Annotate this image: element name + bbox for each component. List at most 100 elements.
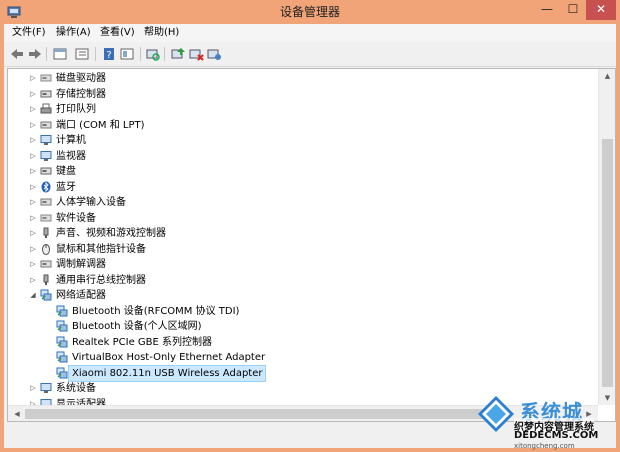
tree-item-label: Realtek PCIe GBE 系列控制器 [72,336,212,348]
tree-item-label: Bluetooth 设备(个人区域网) [72,321,202,332]
storage-controller-icon [40,90,52,97]
forward-icon[interactable] [27,46,43,62]
computer-icon [40,135,52,145]
menu-file[interactable]: 文件(F) [12,24,46,42]
window-client-area: 文件(F) 操作(A) 查看(V) 帮助(H) ? ▷ 磁盘驱动器 ▷ 存储控制… [4,24,616,448]
tree-category[interactable]: ▷ 人体学输入设备 [8,195,598,210]
device-manager-window: 设备管理器 — ☐ ✕ 文件(F) 操作(A) 查看(V) 帮助(H) ? ▷ … [0,0,620,452]
properties-view-icon[interactable] [52,46,68,62]
menu-action[interactable]: 操作(A) [56,24,91,42]
system-device-icon [40,383,52,393]
tree-device[interactable]: Bluetooth 设备(个人区域网) [8,319,598,334]
scroll-up-arrow[interactable]: ▲ [599,69,615,83]
tree-category[interactable]: ▷ 蓝牙 [8,180,598,195]
keyboard-icon [40,167,52,175]
tree-category[interactable]: ▷ 调制解调器 [8,257,598,272]
tree-item-label: 打印队列 [56,104,96,115]
sound-icon [43,227,49,238]
tree-device[interactable]: VirtualBox Host-Only Ethernet Adapter [8,350,598,365]
tree-item-label: Bluetooth 设备(RFCOMM 协议 TDI) [72,305,240,317]
tree-item-label: 监视器 [56,150,86,162]
tree-item-label: 存储控制器 [56,88,106,100]
tree-item-label: 磁盘驱动器 [56,73,106,84]
toolbar: ? [4,42,616,67]
tree-category[interactable]: ▷ 声音、视频和游戏控制器 [8,226,598,241]
expand-arrow-icon[interactable]: ▷ [28,273,38,288]
tree-category[interactable]: ▷ 通用串行总线控制器 [8,273,598,288]
expand-arrow-icon[interactable]: ▷ [28,118,38,133]
maximize-button[interactable]: ☐ [560,0,586,20]
bluetooth-icon [41,181,51,192]
minimize-button[interactable]: — [534,0,560,20]
tree-item-label: 声音、视频和游戏控制器 [56,228,166,239]
tree-item-label: 网络适配器 [56,290,106,301]
tree-item-label: 鼠标和其他指针设备 [56,243,146,255]
expand-arrow-icon[interactable]: ▷ [28,381,38,396]
tree-item-label: 蓝牙 [56,181,76,193]
expand-arrow-icon[interactable]: ▷ [28,257,38,272]
expand-arrow-icon[interactable]: ▷ [28,195,38,210]
expand-arrow-icon[interactable]: ▷ [28,87,38,102]
vertical-scrollbar[interactable]: ▲ ▼ [598,69,615,405]
windows-logo-icon [478,396,514,432]
expand-arrow-icon[interactable]: ▷ [28,180,38,195]
tree-item-label: 键盘 [56,166,76,177]
tree-category[interactable]: ▷ 键盘 [8,164,598,179]
site-watermark: 系统城 织梦内容管理系统 DEDECMS.COM xitongcheng.com [470,392,620,452]
window-title: 设备管理器 [279,5,340,19]
help-icon[interactable]: ? [101,46,117,62]
expand-arrow-icon[interactable]: ▷ [28,149,38,164]
tree-category[interactable]: ▷ 打印队列 [8,102,598,117]
network-adapter-icon [40,289,52,301]
tree-device[interactable]: Bluetooth 设备(RFCOMM 协议 TDI) [8,304,598,319]
tree-item-label: 端口 (COM 和 LPT) [56,119,145,131]
menu-view[interactable]: 查看(V) [100,24,135,42]
network-adapter-icon [56,351,68,363]
tree-item-label: VirtualBox Host-Only Ethernet Adapter [72,352,266,363]
show-hide-icon[interactable] [119,46,135,62]
title-bar[interactable]: 设备管理器 — ☐ ✕ [0,0,620,24]
network-adapter-icon [56,305,68,316]
expand-arrow-icon[interactable]: ▷ [28,226,38,241]
menu-bar: 文件(F) 操作(A) 查看(V) 帮助(H) [4,24,616,42]
scroll-left-arrow[interactable]: ◀ [10,406,24,421]
collapse-arrow-icon[interactable]: ◢ [28,288,38,303]
expand-arrow-icon[interactable]: ▷ [28,242,38,257]
network-adapter-icon [56,336,68,347]
expand-arrow-icon[interactable]: ▷ [28,164,38,179]
vertical-scroll-thumb[interactable] [602,139,613,387]
disable-device-icon[interactable] [188,46,204,62]
network-adapter-icon [56,320,68,332]
menu-help[interactable]: 帮助(H) [144,24,179,42]
toolbar-separator [46,47,47,61]
expand-arrow-icon[interactable]: ▷ [28,102,38,117]
close-button[interactable]: ✕ [586,0,616,20]
tree-category[interactable]: ▷ 存储控制器 [8,87,598,102]
expand-arrow-icon[interactable]: ▷ [28,133,38,148]
tree-category[interactable]: ▷ 鼠标和其他指针设备 [8,242,598,257]
tree-category[interactable]: ◢ 网络适配器 [8,288,598,303]
monitor-icon [40,150,52,161]
uninstall-device-icon[interactable] [206,46,222,62]
tree-category[interactable]: ▷ 监视器 [8,149,598,164]
expand-arrow-icon[interactable]: ▷ [28,211,38,226]
disk-drive-icon [40,74,52,82]
expand-arrow-icon[interactable]: ▷ [28,71,38,86]
tree-category[interactable]: ▷ 软件设备 [8,211,598,226]
console-tree-icon[interactable] [74,46,90,62]
scan-hardware-icon[interactable] [145,46,161,62]
network-adapter-icon [56,367,68,378]
tree-category[interactable]: ▷ 端口 (COM 和 LPT) [8,118,598,133]
tree-category[interactable]: ▷ 磁盘驱动器 [8,71,598,86]
back-icon[interactable] [9,46,25,62]
device-tree[interactable]: ▷ 磁盘驱动器 ▷ 存储控制器 ▷ 打印队列 ▷ 端口 (COM 和 LPT) ▷ 计算机 ▷ 监视器… [7,68,616,422]
update-driver-icon[interactable] [170,46,186,62]
tree-item-label: 调制解调器 [56,259,106,270]
tree-device[interactable]: Xiaomi 802.11n USB Wireless Adapter [8,364,598,382]
tree-category[interactable]: ▷ 计算机 [8,133,598,148]
usb-icon [43,274,49,285]
tree-item-label: Xiaomi 802.11n USB Wireless Adapter [67,364,267,382]
tree-device[interactable]: Realtek PCIe GBE 系列控制器 [8,335,598,350]
printer-icon [40,103,52,114]
horizontal-scroll-thumb[interactable] [25,409,485,419]
